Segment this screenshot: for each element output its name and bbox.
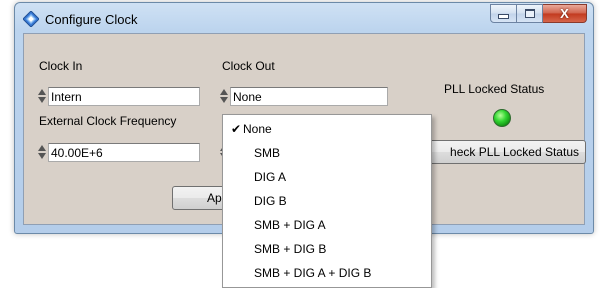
check-pll-locked-status-label: heck PLL Locked Status — [450, 145, 579, 159]
clock-in-spinner[interactable] — [38, 87, 46, 105]
caption-buttons: X — [490, 4, 587, 24]
option-label: SMB — [254, 146, 281, 160]
dropdown-option-smb-dig-a[interactable]: SMB + DIG A — [223, 215, 431, 236]
dropdown-option-dig-a[interactable]: DIG A — [223, 167, 431, 188]
check-pll-locked-status-button[interactable]: heck PLL Locked Status — [422, 140, 586, 164]
option-label: SMB + DIG B — [254, 242, 327, 256]
external-clock-frequency-field[interactable]: 40.00E+6 — [48, 142, 200, 162]
option-label: DIG A — [254, 170, 287, 184]
spin-down-icon — [38, 153, 46, 159]
option-label: DIG B — [254, 194, 287, 208]
window-title: Configure Clock — [45, 12, 138, 27]
clock-out-field[interactable]: None — [230, 86, 388, 106]
external-clock-frequency-spinner[interactable] — [38, 143, 46, 161]
close-button[interactable]: X — [543, 4, 587, 23]
dropdown-option-none[interactable]: ✔ None — [223, 119, 431, 140]
maximize-button[interactable] — [517, 4, 543, 23]
clock-out-control: None — [220, 86, 388, 106]
dropdown-option-smb-dig-b[interactable]: SMB + DIG B — [223, 239, 431, 260]
clock-in-field[interactable]: Intern — [48, 86, 200, 106]
app-diamond-icon — [22, 10, 40, 28]
maximize-icon — [524, 9, 535, 18]
pll-locked-status-led — [493, 109, 511, 127]
pll-locked-status-label: PLL Locked Status — [444, 82, 545, 96]
external-clock-frequency-label: External Clock Frequency — [39, 114, 177, 128]
option-label: SMB + DIG A + DIG B — [254, 266, 372, 280]
clock-out-dropdown-list: ✔ None SMB DIG A DIG B SMB + DIG A SMB +… — [222, 114, 432, 288]
title-bar[interactable]: Configure Clock X — [15, 3, 593, 33]
spin-down-icon — [220, 97, 228, 103]
clock-in-label: Clock In — [39, 59, 83, 73]
spin-up-icon — [38, 145, 46, 151]
clock-in-control: Intern — [38, 86, 200, 106]
minimize-icon — [498, 14, 509, 19]
option-label: None — [243, 122, 272, 136]
minimize-button[interactable] — [490, 4, 517, 23]
clock-out-spinner[interactable] — [220, 87, 228, 105]
dropdown-option-dig-b[interactable]: DIG B — [223, 191, 431, 212]
spin-down-icon — [38, 97, 46, 103]
clock-out-label: Clock Out — [222, 59, 275, 73]
spin-up-icon — [220, 89, 228, 95]
spin-up-icon — [38, 89, 46, 95]
dropdown-option-smb-dig-a-dig-b[interactable]: SMB + DIG A + DIG B — [223, 263, 431, 284]
external-clock-frequency-control: 40.00E+6 — [38, 142, 200, 162]
option-label: SMB + DIG A — [254, 218, 326, 232]
close-icon: X — [560, 6, 569, 21]
dropdown-option-smb[interactable]: SMB — [223, 143, 431, 164]
checkmark-icon: ✔ — [231, 122, 242, 136]
